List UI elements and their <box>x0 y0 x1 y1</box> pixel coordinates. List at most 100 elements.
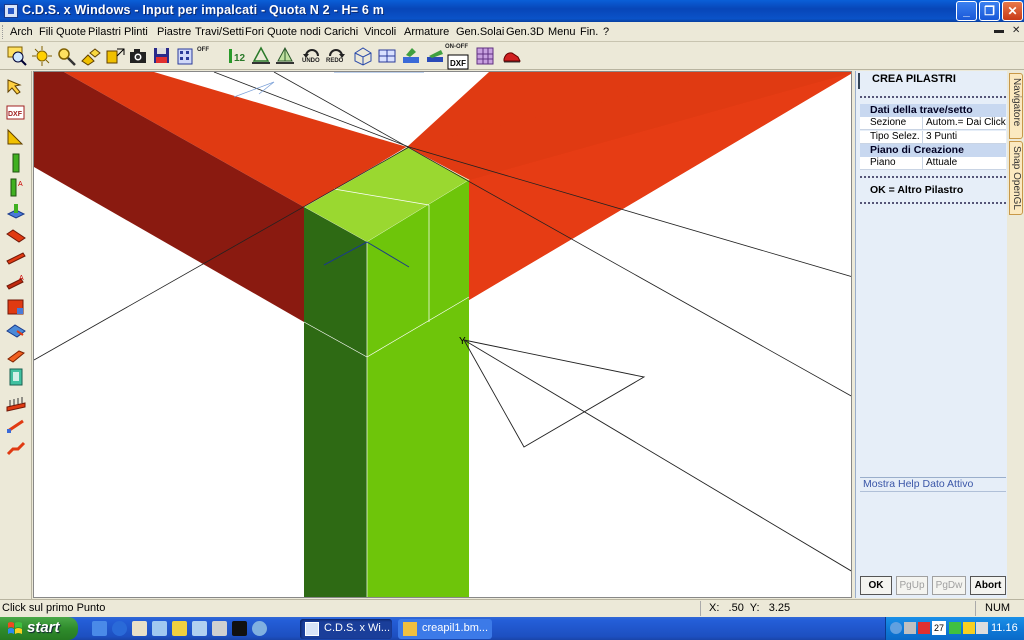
ok-button[interactable]: OK <box>860 576 892 595</box>
ramp-alt-icon[interactable] <box>5 437 27 457</box>
ramp-icon[interactable] <box>5 415 27 435</box>
3d-viewport[interactable]: Y <box>33 71 852 598</box>
mesh-icon[interactable] <box>274 45 296 67</box>
panel-icon[interactable] <box>5 345 27 365</box>
windows-flag-icon <box>8 622 22 634</box>
row-piano[interactable]: Piano Attuale <box>860 157 1006 170</box>
zoom-all-icon[interactable] <box>31 45 53 67</box>
task-creapil[interactable]: creapil1.bm... <box>398 619 492 639</box>
quicklaunch-console-icon[interactable] <box>232 621 247 636</box>
pan-icon[interactable] <box>104 45 126 67</box>
menu-pilastri[interactable]: Pilastri <box>88 26 121 38</box>
tray-network-icon[interactable] <box>890 622 902 634</box>
slab-icon[interactable] <box>5 321 27 341</box>
quicklaunch-tool-icon[interactable] <box>212 621 227 636</box>
tray-volume-icon[interactable] <box>976 622 988 634</box>
building-icon[interactable] <box>175 45 197 67</box>
tray-util-icon[interactable] <box>963 622 975 634</box>
quicklaunch-app-icon[interactable] <box>152 621 167 636</box>
tray-app-icon[interactable] <box>904 622 916 634</box>
restore-button[interactable]: ❐ <box>979 1 1000 21</box>
menu-quote-nodi[interactable]: Quote nodi <box>267 26 321 38</box>
tab-snap-opengl[interactable]: Snap OpenGL <box>1009 141 1023 215</box>
mdi-close-icon[interactable]: ✕ <box>1012 25 1020 36</box>
tray-color-icon[interactable] <box>949 622 961 634</box>
menu-piastre[interactable]: Piastre <box>157 26 191 38</box>
quicklaunch-desktop-icon[interactable] <box>92 621 107 636</box>
quicklaunch-network-icon[interactable] <box>192 621 207 636</box>
quicklaunch-folder-icon[interactable] <box>172 621 187 636</box>
row-value[interactable]: Autom.= Dai Click <box>922 117 1006 130</box>
row-key: Piano <box>870 157 896 168</box>
menu-plinti[interactable]: Plinti <box>124 26 148 38</box>
menu-armature[interactable]: Armature <box>404 26 449 38</box>
color-grid-icon[interactable] <box>474 45 496 67</box>
menu-arch[interactable]: Arch <box>10 26 33 38</box>
help-label[interactable]: Mostra Help Dato Attivo <box>860 477 1006 491</box>
row-value[interactable]: 3 Punti <box>922 131 957 144</box>
pgdw-button[interactable]: PgDw <box>932 576 966 595</box>
beam-alt-icon[interactable]: A <box>5 273 27 293</box>
menu-travi-setti[interactable]: Travi/Setti <box>195 26 244 38</box>
mdi-minimize-icon[interactable]: ▬ <box>994 25 1004 36</box>
menu-fin[interactable]: Fin. <box>580 26 598 38</box>
pgup-button[interactable]: PgUp <box>896 576 928 595</box>
view-3d-icon[interactable] <box>352 45 374 67</box>
base-plate-icon[interactable] <box>5 201 27 221</box>
menu-carichi[interactable]: Carichi <box>324 26 358 38</box>
column-edit-icon[interactable]: A <box>5 177 27 197</box>
abort-button[interactable]: Abort <box>970 576 1006 595</box>
system-tray: 27 11.16 <box>885 617 1024 640</box>
quicklaunch-explorer-icon[interactable] <box>132 621 147 636</box>
tray-date[interactable]: 27 <box>932 621 946 635</box>
start-button[interactable]: start <box>0 617 78 640</box>
menu-gen-3d[interactable]: Gen.3D <box>506 26 544 38</box>
paint-icon[interactable] <box>400 45 422 67</box>
menu-fili[interactable]: Fili <box>39 26 53 38</box>
measure-icon[interactable] <box>5 127 27 147</box>
row-tipo-selez[interactable]: Tipo Selez. 3 Punti <box>860 131 1006 144</box>
zoom-window-icon[interactable] <box>6 45 28 67</box>
tray-alert-icon[interactable] <box>918 622 930 634</box>
menu-quote[interactable]: Quote <box>56 26 86 38</box>
zoom-icon[interactable] <box>55 45 77 67</box>
model-canvas[interactable]: Y <box>34 72 852 598</box>
shoe-icon[interactable] <box>501 45 523 67</box>
clock: 11.16 <box>991 622 1018 634</box>
minimize-button[interactable]: _ <box>956 1 977 21</box>
menu-vincoli[interactable]: Vincoli <box>364 26 396 38</box>
task-cds[interactable]: C.D.S. x Wi... <box>300 619 392 639</box>
frame-icon[interactable] <box>376 45 398 67</box>
dxf-import-icon[interactable]: DXF <box>5 103 27 123</box>
wall-icon[interactable] <box>5 297 27 317</box>
beam-icon[interactable] <box>5 226 27 246</box>
numbering-icon[interactable]: 12 <box>225 45 247 67</box>
row-value[interactable]: Attuale <box>922 157 957 170</box>
menu-help[interactable]: ? <box>603 26 609 38</box>
row-sezione[interactable]: Sezione Autom.= Dai Click <box>860 117 1006 130</box>
section-piano-creazione: Piano di Creazione <box>860 144 1006 157</box>
solid-icon[interactable] <box>424 45 446 67</box>
menu-gen-solai[interactable]: Gen.Solai <box>456 26 504 38</box>
structure-icon[interactable] <box>250 45 272 67</box>
stair-icon[interactable] <box>5 393 27 413</box>
status-separator <box>975 601 976 616</box>
select-arrow-icon[interactable] <box>5 77 27 97</box>
dxf-icon[interactable]: DXF <box>447 51 469 70</box>
svg-text:A: A <box>19 275 24 282</box>
quicklaunch-globe-icon[interactable] <box>252 621 267 636</box>
grid-icon[interactable] <box>80 45 102 67</box>
quicklaunch-ie-icon[interactable] <box>112 621 127 636</box>
app-icon[interactable] <box>4 4 18 18</box>
tab-navigatore[interactable]: Navigatore <box>1009 73 1023 139</box>
save-bmp-icon[interactable] <box>151 45 173 67</box>
menu-fori[interactable]: Fori <box>245 26 264 38</box>
tab-label: Navigatore <box>1011 78 1022 127</box>
column-icon[interactable] <box>5 153 27 173</box>
taskbar: start C.D.S. x Wi... creapil1.bm... 27 1… <box>0 617 1024 640</box>
foundation-icon[interactable] <box>5 367 27 387</box>
beam-edit-icon[interactable] <box>5 249 27 269</box>
menu-menu[interactable]: Menu <box>548 26 576 38</box>
camera-icon[interactable] <box>127 45 149 67</box>
close-button[interactable]: ✕ <box>1002 1 1023 21</box>
